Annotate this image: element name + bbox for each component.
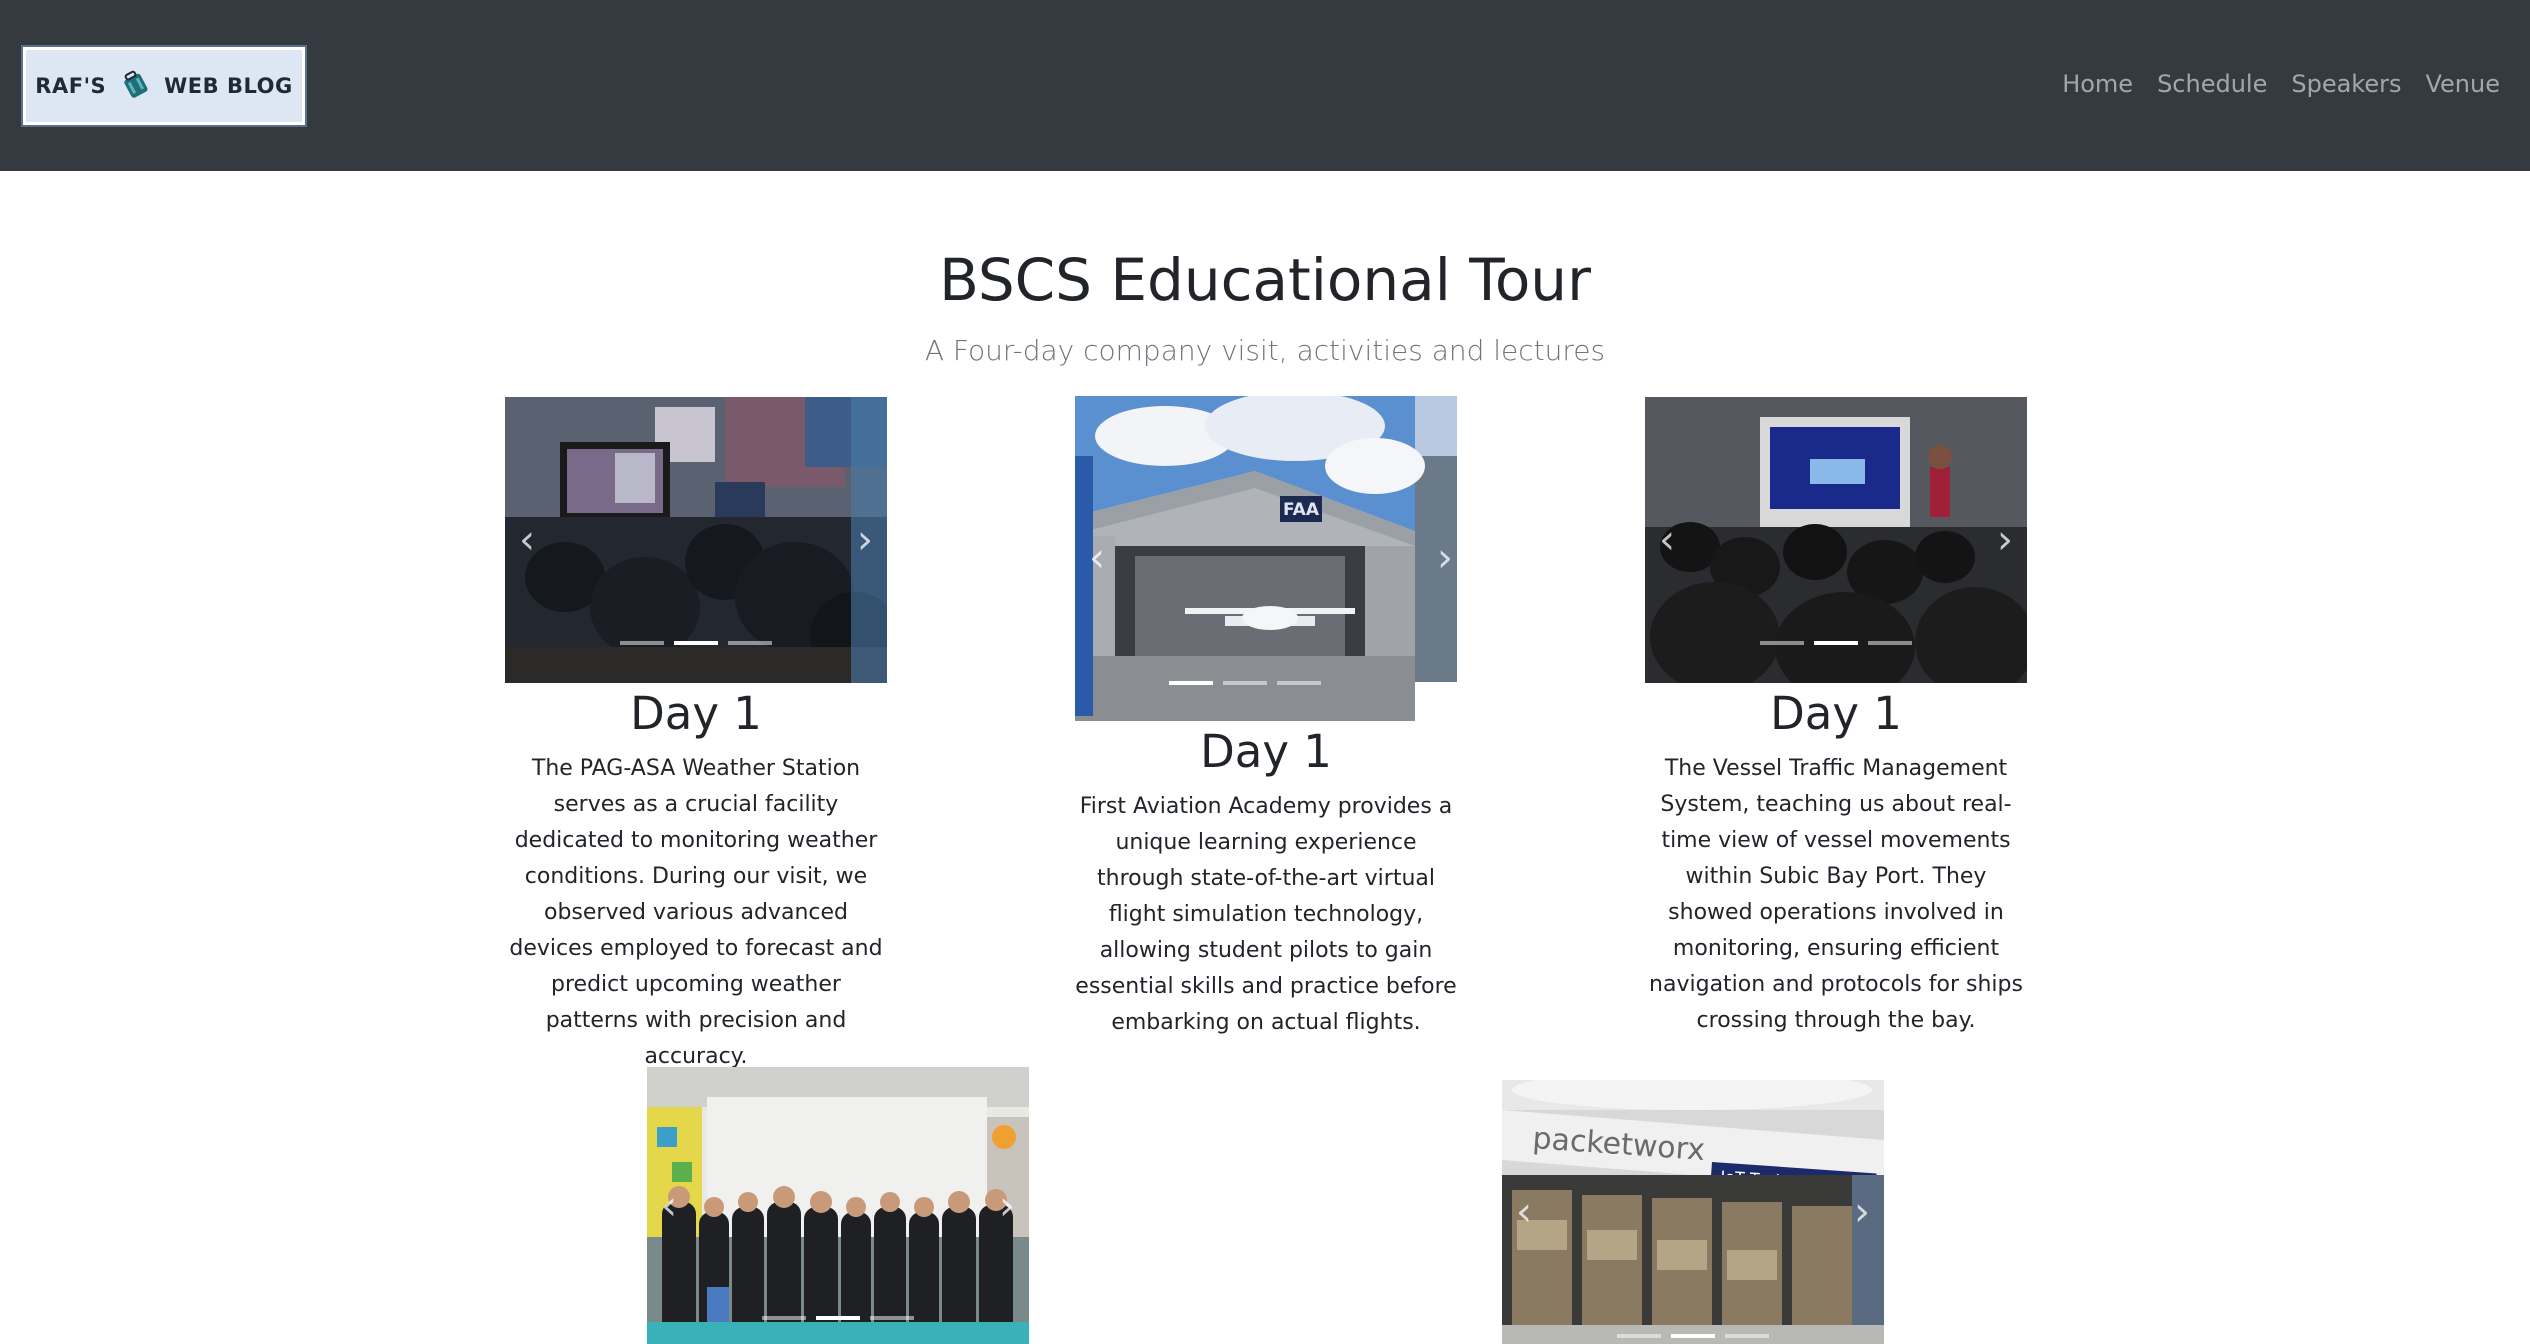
carousel-indicator[interactable] <box>1760 641 1804 645</box>
tour-card-weather: ‹ › Day 1 The PAG-ASA Weather Station se… <box>505 397 887 1075</box>
carousel-packetworx: packetworx IoT Technology Hub ‹ › <box>1502 1080 1884 1344</box>
nav-link-venue[interactable]: Venue <box>2425 70 2500 98</box>
carousel-indicator[interactable] <box>1868 641 1912 645</box>
carousel-indicators <box>1075 681 1415 685</box>
hangar-sign: FAA <box>1283 500 1320 520</box>
packetworx-storefront-photo: packetworx IoT Technology Hub <box>1502 1080 1884 1344</box>
navbar: RAF'S WEB BLOG Home Schedule Speakers Ve… <box>0 0 2530 171</box>
aviation-hangar-photo: FAA <box>1075 396 1457 721</box>
carousel-indicator[interactable] <box>1223 681 1267 685</box>
tour-card-aviation: FAA ‹ › Day 1 First Aviation Academy pro… <box>1075 396 1457 1041</box>
card-day-title: Day 1 <box>1200 725 1332 778</box>
carousel-indicator[interactable] <box>728 641 772 645</box>
tour-card-packetworx: packetworx IoT Technology Hub ‹ › <box>1502 1080 1884 1344</box>
page-subtitle: A Four-day company visit, activities and… <box>924 334 1606 367</box>
carousel-vessel: ‹ › <box>1645 397 2027 683</box>
brand-text-left: RAF'S <box>35 74 107 98</box>
nav-link-home[interactable]: Home <box>2062 70 2133 98</box>
carousel-aviation: FAA ‹ › <box>1075 396 1457 721</box>
carousel-next-button[interactable]: › <box>1997 520 2013 560</box>
carousel-indicator[interactable] <box>1617 1334 1661 1338</box>
nav-link-speakers[interactable]: Speakers <box>2291 70 2401 98</box>
page-title: BSCS Educational Tour <box>939 246 1591 314</box>
carousel-prev-button[interactable]: ‹ <box>519 520 535 560</box>
nav-link-schedule[interactable]: Schedule <box>2157 70 2267 98</box>
carousel-indicator-active[interactable] <box>1671 1334 1715 1338</box>
carousel-next-button[interactable]: › <box>1854 1192 1870 1232</box>
tour-card-group: ‹ › <box>647 1067 1029 1344</box>
carousel-indicator[interactable] <box>1277 681 1321 685</box>
carousel-indicators <box>1502 1334 1884 1338</box>
brand-text-right: WEB BLOG <box>164 74 293 98</box>
carousel-next-button[interactable]: › <box>999 1186 1015 1226</box>
carousel-next-button[interactable]: › <box>857 520 873 560</box>
card-description: The Vessel Traffic Management System, te… <box>1649 756 2023 1033</box>
carousel-prev-button[interactable]: ‹ <box>1516 1192 1532 1232</box>
card-description: The PAG-ASA Weather Station serves as a … <box>509 756 883 1069</box>
carousel-indicator[interactable] <box>762 1316 806 1320</box>
carousel-indicator[interactable] <box>1725 1334 1769 1338</box>
brand-logo[interactable]: RAF'S WEB BLOG <box>21 45 307 127</box>
carousel-weather: ‹ › <box>505 397 887 683</box>
carousel-prev-button[interactable]: ‹ <box>1089 538 1105 578</box>
card-day-title: Day 1 <box>1770 687 1902 740</box>
carousel-prev-button[interactable]: ‹ <box>1659 520 1675 560</box>
carousel-indicator-active[interactable] <box>1169 681 1213 685</box>
card-description: First Aviation Academy provides a unique… <box>1075 794 1457 1035</box>
carousel-indicators <box>505 641 887 645</box>
group-photo <box>647 1067 1029 1344</box>
carousel-indicator[interactable] <box>620 641 664 645</box>
carousel-indicators <box>1645 641 2027 645</box>
tour-card-vessel: ‹ › Day 1 The Vessel Traffic Management … <box>1645 397 2027 1039</box>
carousel-next-button[interactable]: › <box>1437 538 1453 578</box>
carousel-indicators <box>647 1316 1029 1320</box>
carousel-group: ‹ › <box>647 1067 1029 1344</box>
luggage-icon <box>118 67 152 105</box>
carousel-indicator-active[interactable] <box>1814 641 1858 645</box>
carousel-prev-button[interactable]: ‹ <box>661 1186 677 1226</box>
carousel-indicator-active[interactable] <box>674 641 718 645</box>
carousel-indicator[interactable] <box>870 1316 914 1320</box>
carousel-indicator-active[interactable] <box>816 1316 860 1320</box>
card-day-title: Day 1 <box>630 687 762 740</box>
nav-links: Home Schedule Speakers Venue <box>2062 70 2500 98</box>
